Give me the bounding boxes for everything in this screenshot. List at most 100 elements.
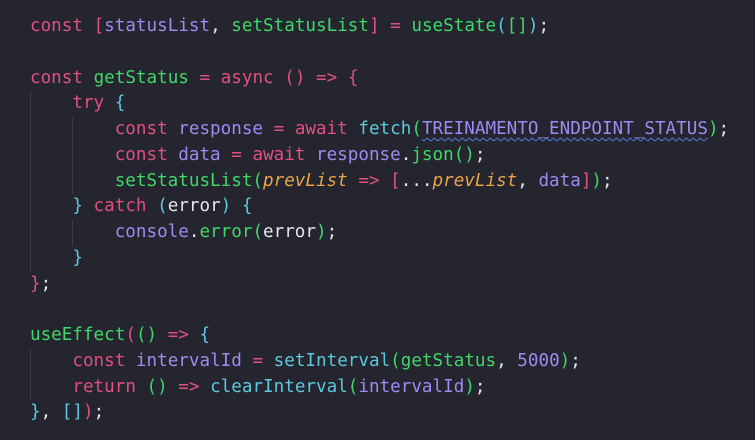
code-token: { — [199, 325, 211, 345]
code-token: ) — [220, 196, 232, 217]
code-token: console — [114, 222, 189, 242]
indent-guide — [30, 168, 72, 195]
code-token: [ — [61, 402, 73, 423]
code-line[interactable]: } — [30, 245, 729, 272]
code-token: { — [347, 67, 359, 88]
code-token: ( — [390, 350, 401, 371]
code-token: } — [30, 402, 41, 423]
code-token: TREINAMENTO_ENDPOINT_STATUS — [421, 119, 708, 139]
code-token: () — [284, 67, 306, 88]
code-token: => — [347, 170, 391, 191]
code-line[interactable]: const getStatus = async () => { — [30, 66, 729, 92]
code-token: json — [411, 144, 454, 165]
code-token: ( — [411, 119, 422, 139]
code-token: 5000 — [517, 350, 560, 371]
code-token: [ — [93, 16, 105, 36]
code-token: ... — [400, 170, 433, 191]
code-token: ( — [252, 170, 264, 191]
code-token: ; — [93, 402, 105, 423]
code-token: ) — [464, 376, 475, 397]
code-token: error — [199, 222, 253, 242]
indent-guide — [30, 142, 72, 169]
code-token: = — [220, 144, 253, 165]
code-token: prevList — [432, 170, 518, 191]
code-token: ) — [82, 402, 94, 423]
code-token: error — [167, 196, 221, 217]
code-token: = — [263, 119, 295, 139]
code-token: ; — [570, 350, 581, 371]
code-token: ; — [326, 222, 338, 242]
code-token: [ — [506, 16, 518, 36]
code-line[interactable]: }, []); — [30, 400, 729, 426]
code-line[interactable]: } catch (error) { — [30, 194, 729, 220]
code-line[interactable]: setStatusList(prevList => [... prevList, … — [30, 168, 729, 195]
code-token: = — [379, 16, 412, 36]
code-token: try — [72, 93, 105, 114]
code-token: } — [30, 273, 41, 294]
code-token: statusList — [104, 16, 211, 36]
code-line[interactable]: const [statusList, setStatusList] = useS… — [30, 14, 729, 40]
indent-guide — [72, 168, 114, 195]
code-token: ( — [125, 325, 136, 345]
code-token: getStatus — [93, 67, 189, 88]
code-token: ; — [40, 273, 52, 294]
code-token: . — [188, 222, 200, 242]
code-token: , — [210, 16, 232, 36]
code-token: } — [72, 247, 83, 268]
code-token: ; — [538, 16, 550, 36]
code-token: data — [178, 144, 221, 165]
code-token: [ — [390, 170, 401, 191]
code-token: ( — [347, 376, 359, 397]
indent-guide — [72, 117, 114, 143]
code-token: ) — [527, 16, 539, 36]
code-token: await — [294, 119, 348, 139]
indent-guide — [30, 117, 72, 143]
code-line[interactable]: useEffect(() => { — [30, 323, 729, 349]
code-line[interactable]: console. error(error); — [30, 220, 729, 246]
code-token: setStatusList — [114, 170, 253, 191]
indent-guide — [30, 348, 72, 375]
code-line[interactable]: }; — [30, 272, 729, 298]
code-token: } — [72, 196, 83, 217]
code-token: ; — [602, 170, 613, 191]
code-token: return — [72, 376, 136, 397]
indent-guide — [30, 245, 72, 272]
code-token: => — [157, 325, 200, 345]
code-token: () — [135, 325, 158, 345]
code-token: getStatus — [400, 350, 497, 371]
code-token: . — [400, 144, 412, 165]
code-token: { — [241, 196, 253, 217]
code-token: () — [146, 376, 168, 397]
code-token: ] — [580, 170, 592, 191]
code-token: ( — [157, 196, 168, 217]
code-editor[interactable]: const [statusList, setStatusList] = useS… — [30, 14, 729, 426]
code-token: ; — [474, 376, 486, 397]
code-token: useEffect — [30, 325, 126, 345]
code-token: await — [252, 144, 306, 165]
code-line[interactable] — [30, 40, 729, 66]
code-line[interactable]: try { — [30, 91, 729, 117]
code-line[interactable]: const response = await fetch(TREINAMENTO… — [30, 117, 729, 143]
code-line[interactable]: const intervalId = setInterval(getStatus… — [30, 348, 729, 375]
code-token: response — [316, 144, 401, 165]
code-token: , — [40, 402, 62, 423]
code-token: = — [188, 67, 221, 88]
indent-guide — [30, 91, 72, 117]
code-line[interactable] — [30, 297, 729, 323]
code-token: , — [496, 350, 518, 371]
code-token: ; — [474, 144, 486, 165]
code-token: setInterval — [273, 350, 391, 371]
code-token: ( — [496, 16, 507, 36]
code-token: data — [538, 170, 581, 191]
code-token: const — [114, 144, 168, 165]
code-token: { — [114, 93, 126, 114]
code-line[interactable]: const data = await response. json(); — [30, 142, 729, 169]
code-line[interactable]: return () => clearInterval(intervalId); — [30, 374, 729, 401]
code-token: => — [167, 376, 211, 397]
